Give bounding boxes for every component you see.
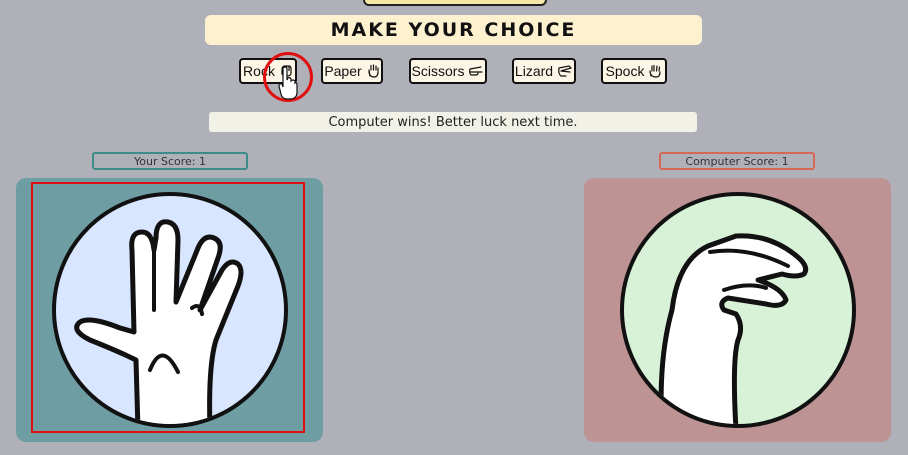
lizard-button-label: Lizard bbox=[514, 63, 554, 79]
rock-hand-icon bbox=[279, 64, 293, 78]
paper-hand-icon bbox=[366, 64, 380, 78]
rock-button[interactable]: Rock bbox=[239, 58, 297, 84]
result-message: Computer wins! Better luck next time. bbox=[209, 112, 697, 132]
paper-button-label: Paper bbox=[324, 63, 362, 79]
previous-banner-edge bbox=[363, 0, 547, 6]
player-spock-hand-icon bbox=[52, 192, 288, 428]
page-title: MAKE YOUR CHOICE bbox=[205, 15, 702, 45]
player-score: Your Score: 1 bbox=[92, 152, 248, 170]
computer-lizard-hand-icon bbox=[620, 192, 856, 428]
rock-button-label: Rock bbox=[243, 63, 275, 79]
lizard-hand-icon bbox=[557, 64, 573, 78]
lizard-button[interactable]: Lizard bbox=[512, 58, 576, 84]
scissors-hand-icon bbox=[468, 64, 484, 78]
spock-button-label: Spock bbox=[605, 63, 645, 79]
scissors-button-label: Scissors bbox=[411, 63, 465, 79]
spock-hand-icon bbox=[648, 64, 662, 78]
computer-score: Computer Score: 1 bbox=[659, 152, 815, 170]
paper-button[interactable]: Paper bbox=[321, 58, 383, 84]
scissors-button[interactable]: Scissors bbox=[409, 58, 487, 84]
spock-button[interactable]: Spock bbox=[601, 58, 667, 84]
